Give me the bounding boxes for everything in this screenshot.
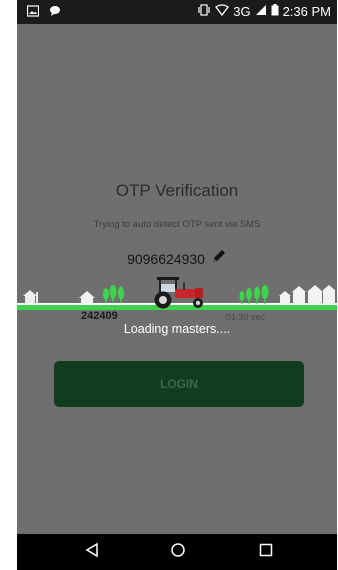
otp-subtitle: Trying to auto detect OTP sent via SMS: [93, 219, 261, 230]
vibrate-icon: [197, 4, 211, 19]
otp-timer: 01:30 sec: [225, 312, 265, 322]
signal-icon: [255, 4, 267, 19]
back-button[interactable]: [62, 534, 122, 570]
page-title: OTP Verification: [115, 181, 239, 200]
login-button[interactable]: LOGIN: [54, 361, 304, 407]
back-icon: [84, 542, 100, 563]
pencil-icon[interactable]: [211, 248, 227, 269]
otp-screen: OTP Verification Trying to auto detect O…: [17, 24, 337, 534]
loading-message: Loading masters....: [123, 322, 231, 336]
battery-icon: [271, 4, 279, 19]
home-button[interactable]: [148, 534, 208, 570]
home-icon: [170, 542, 186, 563]
status-bar: 3G 2:36 PM: [17, 0, 337, 24]
hut-icon: [79, 291, 95, 304]
recents-icon: [259, 543, 273, 562]
trees-right-icon: [239, 285, 269, 304]
otp-value: 242409: [81, 310, 118, 322]
trees-left-icon: [103, 285, 124, 304]
phone-number-row: 9096624930: [17, 248, 337, 269]
network-type-label: 3G: [233, 4, 251, 19]
status-time: 2:36 PM: [282, 4, 331, 19]
nav-bar: [17, 534, 337, 570]
wifi-icon: [215, 4, 230, 19]
image-icon: [26, 5, 40, 20]
phone-screen: 3G 2:36 PM OTP Verification Trying to au…: [17, 0, 337, 570]
phone-number: 9096624930: [127, 250, 205, 267]
message-icon: [49, 5, 61, 20]
recents-button[interactable]: [236, 534, 296, 570]
village-right-icon: [279, 285, 335, 304]
house-left-icon: [23, 290, 38, 304]
